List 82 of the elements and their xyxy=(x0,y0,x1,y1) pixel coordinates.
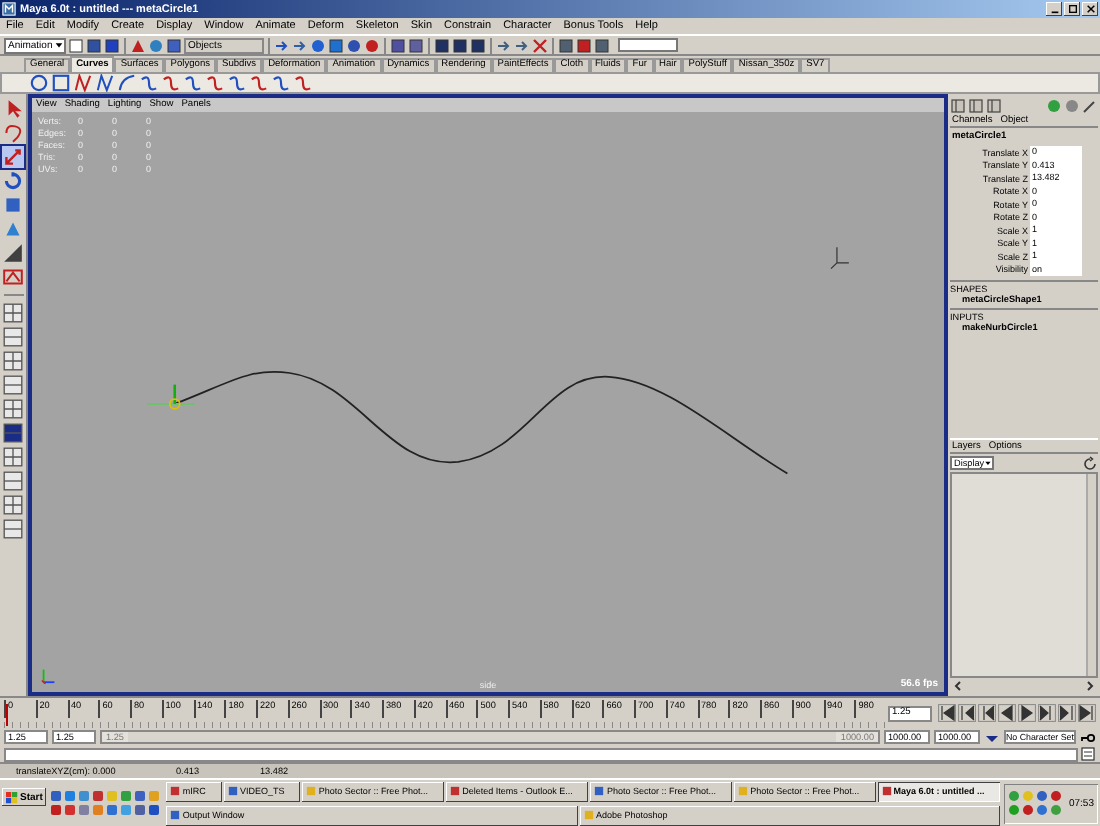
manip-tool-icon[interactable] xyxy=(2,266,24,288)
panel-toggle-icon[interactable] xyxy=(950,97,966,113)
soft-tool-icon[interactable] xyxy=(2,242,24,264)
circle-icon[interactable] xyxy=(310,37,326,53)
square-icon[interactable] xyxy=(86,37,102,53)
scrollbar[interactable] xyxy=(1086,474,1096,676)
arrow-icon[interactable] xyxy=(292,37,308,53)
window-icon xyxy=(583,810,594,820)
square-icon[interactable] xyxy=(452,37,468,53)
step-icon[interactable] xyxy=(978,704,996,722)
panel-toggle-icon[interactable] xyxy=(986,97,1002,113)
layout-icon[interactable] xyxy=(2,422,24,444)
square-icon[interactable] xyxy=(434,37,450,53)
square-icon[interactable] xyxy=(68,37,84,53)
layout-icon[interactable] xyxy=(2,518,24,540)
minimize-button[interactable] xyxy=(1046,2,1062,16)
pivot-icon[interactable] xyxy=(146,384,196,410)
step-icon[interactable] xyxy=(1058,704,1076,722)
circle-icon[interactable] xyxy=(364,37,380,53)
caret-icon xyxy=(54,40,64,50)
square-icon[interactable] xyxy=(328,37,344,53)
square-icon[interactable] xyxy=(576,37,592,53)
square-icon[interactable] xyxy=(104,37,120,53)
layout-icon[interactable] xyxy=(2,302,24,324)
arrow-icon[interactable] xyxy=(514,37,530,53)
windows-flag-icon xyxy=(6,791,18,803)
triangle-icon[interactable] xyxy=(130,37,146,53)
circle-icon[interactable] xyxy=(30,74,48,92)
scale-tool-icon[interactable] xyxy=(2,194,24,216)
square-icon[interactable] xyxy=(470,37,486,53)
window-icon xyxy=(881,786,892,796)
axis-icon xyxy=(40,666,58,684)
rotate-tool-icon[interactable] xyxy=(2,170,24,192)
square-icon[interactable] xyxy=(52,74,70,92)
locator-icon xyxy=(830,246,850,270)
window-icon xyxy=(594,786,605,796)
play-icon[interactable] xyxy=(1018,704,1036,722)
cross-icon[interactable] xyxy=(532,37,548,53)
circle-icon[interactable] xyxy=(346,37,362,53)
step-icon[interactable] xyxy=(1038,704,1056,722)
scroll-left-icon[interactable] xyxy=(950,678,966,694)
close-button[interactable] xyxy=(1082,2,1098,16)
arrow-icon[interactable] xyxy=(274,37,290,53)
close-icon xyxy=(1085,4,1095,14)
layout-icon[interactable] xyxy=(2,326,24,348)
layout-icon[interactable] xyxy=(2,494,24,516)
square-icon[interactable] xyxy=(390,37,406,53)
panel-toggle-icon[interactable] xyxy=(968,97,984,113)
layout-icon[interactable] xyxy=(2,350,24,372)
command-line-field[interactable] xyxy=(4,747,1078,761)
arrow-icon[interactable] xyxy=(496,37,512,53)
square-icon[interactable] xyxy=(558,37,574,53)
window-icon xyxy=(738,786,749,796)
pencil-icon[interactable] xyxy=(1082,97,1098,113)
scroll-right-icon[interactable] xyxy=(1082,678,1098,694)
maximize-button[interactable] xyxy=(1064,2,1080,16)
window-icon xyxy=(170,810,181,820)
play-icon[interactable] xyxy=(998,704,1016,722)
move-tool-icon[interactable] xyxy=(2,146,24,168)
square-icon[interactable] xyxy=(408,37,424,53)
window-icon xyxy=(450,786,461,796)
lasso-tool-icon[interactable] xyxy=(2,122,24,144)
step-icon[interactable] xyxy=(1078,704,1096,722)
square-icon[interactable] xyxy=(594,37,610,53)
step-icon[interactable] xyxy=(958,704,976,722)
layout-icon[interactable] xyxy=(2,398,24,420)
layout-icon[interactable] xyxy=(2,446,24,468)
window-icon xyxy=(170,786,181,796)
window-icon xyxy=(306,786,317,796)
window-icon xyxy=(228,786,239,796)
step-icon[interactable] xyxy=(938,704,956,722)
maximize-icon xyxy=(1067,4,1077,14)
script-editor-icon[interactable] xyxy=(1080,746,1096,762)
refresh-icon[interactable] xyxy=(1082,455,1098,471)
layout-icon[interactable] xyxy=(2,470,24,492)
key-icon[interactable] xyxy=(1080,729,1096,745)
caret-icon xyxy=(984,458,992,468)
layout-icon[interactable] xyxy=(2,374,24,396)
input-field[interactable] xyxy=(618,38,678,52)
square-icon[interactable] xyxy=(166,37,182,53)
app-icon xyxy=(2,2,16,16)
circle-icon[interactable] xyxy=(148,37,164,53)
